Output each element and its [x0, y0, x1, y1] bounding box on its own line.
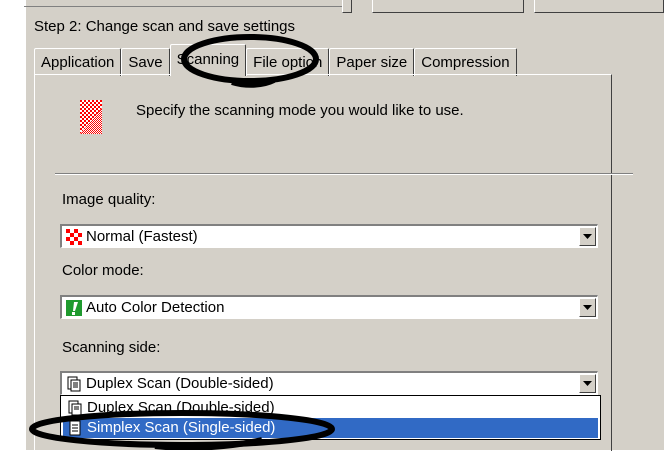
scanning-side-label: Scanning side:: [62, 339, 161, 356]
top-control-left: [342, 0, 352, 13]
duplex-icon: [67, 376, 81, 392]
image-quality-label: Image quality:: [62, 191, 156, 208]
section-divider: [55, 173, 633, 175]
image-quality-dropdown-button[interactable]: [579, 227, 596, 246]
top-control-right: [534, 0, 664, 13]
scanning-side-dropdown-list: Duplex Scan (Double-sided) Simplex Scan …: [60, 395, 601, 440]
auto-color-icon: [66, 300, 82, 316]
tab-paper-size[interactable]: Paper size: [329, 48, 415, 76]
scanning-side-dropdown-button[interactable]: [579, 374, 596, 393]
color-mode-dropdown-button[interactable]: [579, 298, 596, 317]
step-title: Step 2: Change scan and save settings: [34, 18, 296, 35]
option-duplex-label: Duplex Scan (Double-sided): [87, 399, 275, 416]
top-window-edge: [24, 0, 664, 14]
tab-scanning[interactable]: Scanning: [169, 44, 247, 76]
quality-checker-icon: [66, 229, 82, 245]
chevron-down-icon: [583, 381, 592, 386]
top-divider: [24, 0, 342, 7]
settings-tabs: Application Save Scanning File option Pa…: [34, 44, 517, 76]
tab-compression[interactable]: Compression: [414, 48, 517, 76]
intro-text: Specify the scanning mode you would like…: [136, 102, 464, 119]
tab-file-option[interactable]: File option: [246, 48, 330, 76]
color-mode-select[interactable]: Auto Color Detection: [60, 295, 598, 319]
chevron-down-icon: [583, 305, 592, 310]
option-simplex-label: Simplex Scan (Single-sided): [87, 419, 276, 436]
scanning-side-select[interactable]: Duplex Scan (Double-sided): [60, 371, 598, 395]
image-quality-select[interactable]: Normal (Fastest): [60, 224, 598, 248]
scanning-side-value: Duplex Scan (Double-sided): [86, 375, 274, 392]
tab-application[interactable]: Application: [34, 48, 122, 76]
color-mode-label: Color mode:: [62, 262, 144, 279]
option-simplex-scan[interactable]: Simplex Scan (Single-sided): [63, 418, 598, 438]
scan-checker-icon: [80, 100, 102, 134]
color-mode-value: Auto Color Detection: [86, 299, 225, 316]
chevron-down-icon: [583, 234, 592, 239]
top-control-middle: [372, 0, 524, 13]
duplex-icon: [68, 400, 82, 416]
simplex-icon: [69, 420, 81, 436]
tab-save[interactable]: Save: [121, 48, 170, 76]
image-quality-value: Normal (Fastest): [86, 228, 198, 245]
option-duplex-scan[interactable]: Duplex Scan (Double-sided): [63, 398, 598, 418]
